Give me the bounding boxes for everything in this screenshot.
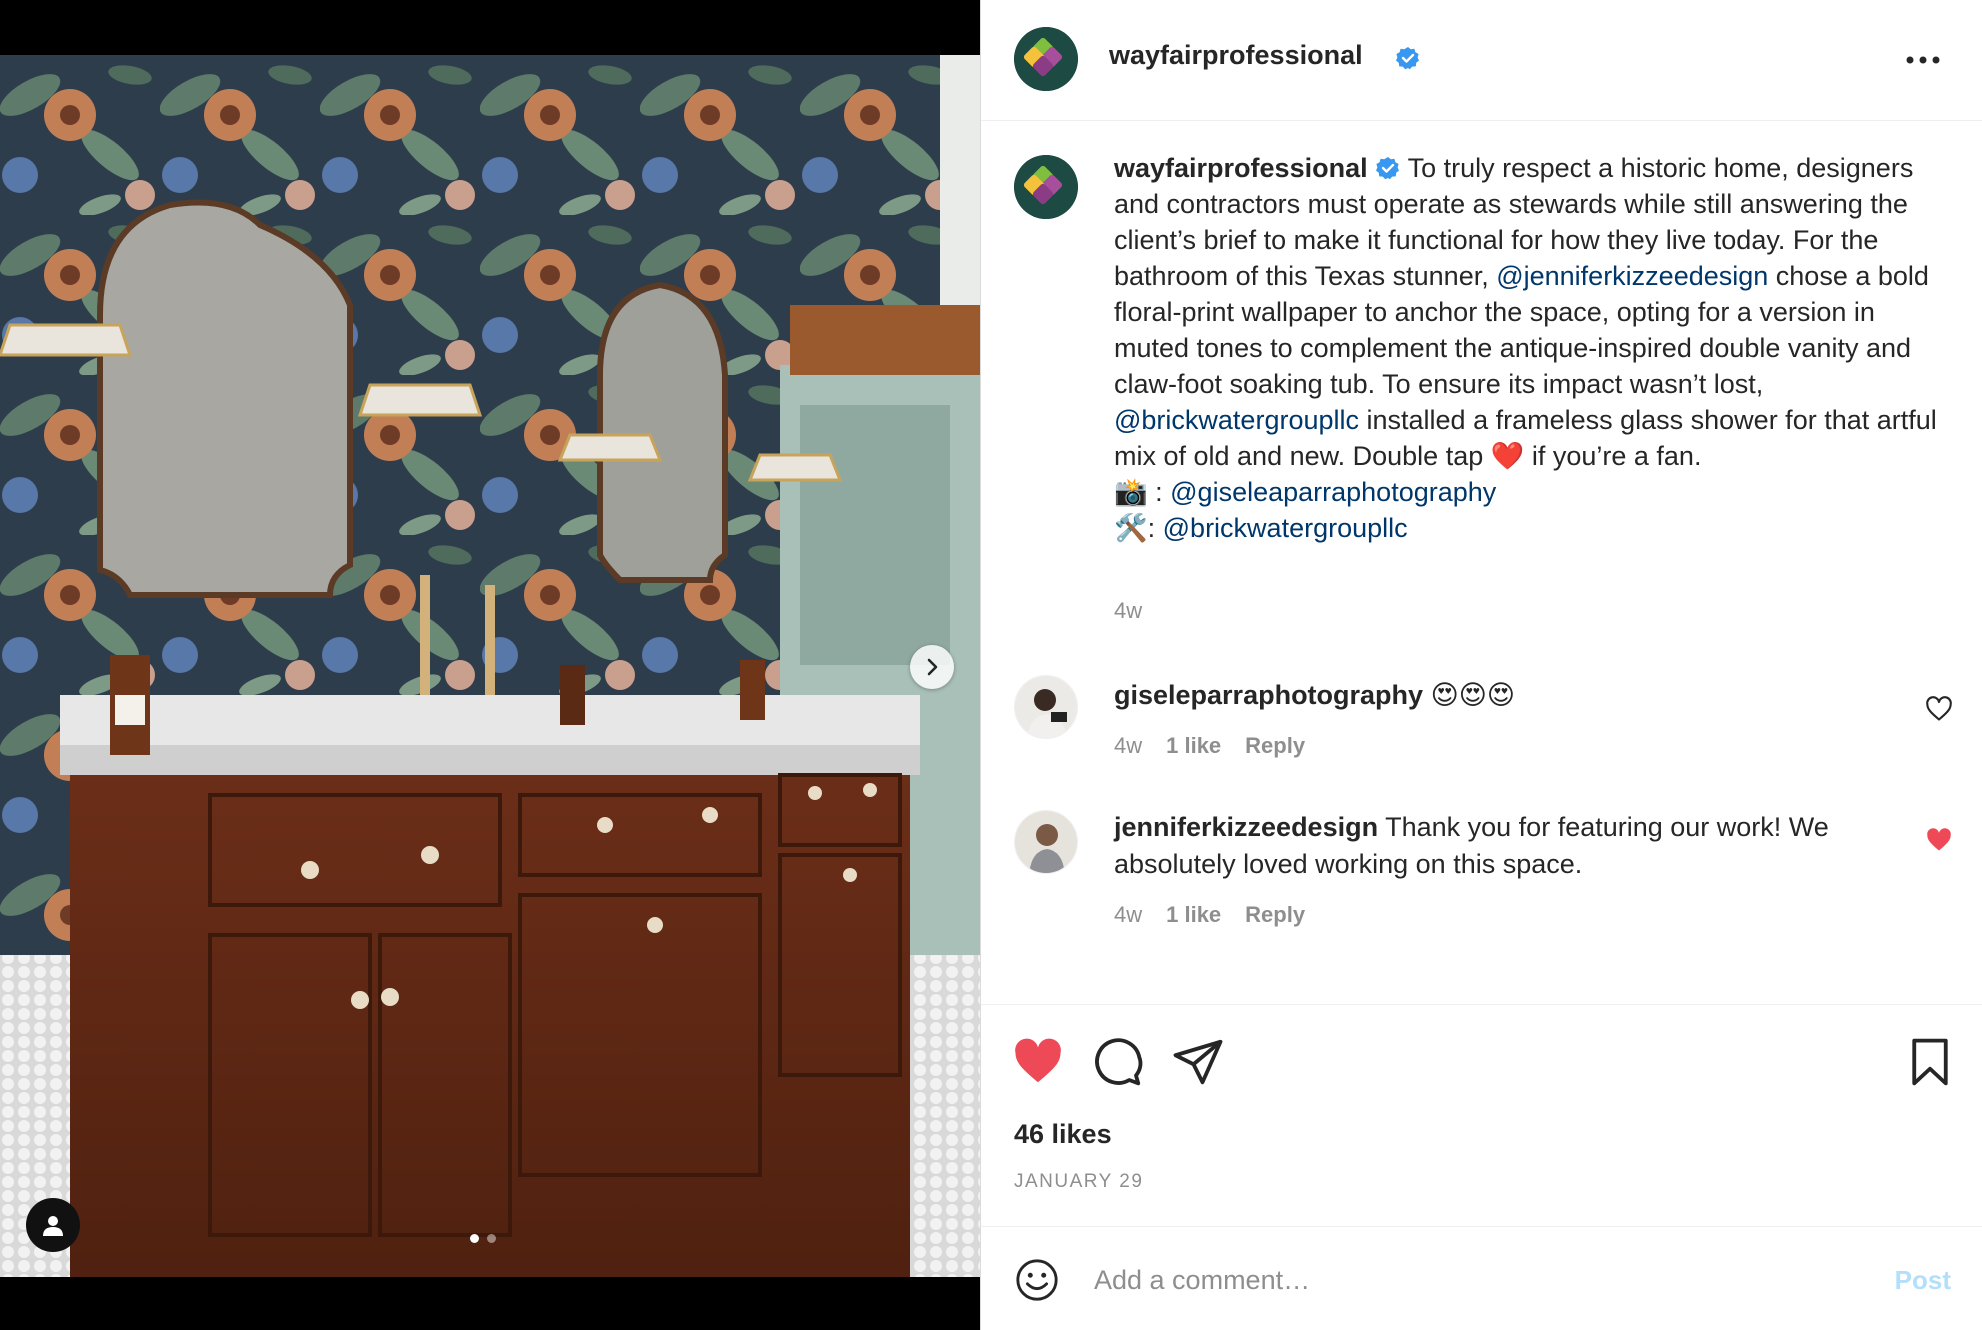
slide-dot xyxy=(487,1234,496,1243)
bathroom-photo xyxy=(0,55,980,1277)
credit-separator: : xyxy=(1147,477,1171,507)
mention-link[interactable]: @brickwatergroupllc xyxy=(1114,405,1359,435)
caption-author-avatar[interactable] xyxy=(1014,155,1078,219)
post-header: wayfairprofessional xyxy=(981,0,1982,121)
caption-text: wayfairprofessional To truly respect a h… xyxy=(1114,150,1944,546)
post-comment-button[interactable]: Post xyxy=(1895,1265,1951,1296)
verified-badge-icon xyxy=(1396,47,1419,70)
post-date[interactable]: JANUARY 29 xyxy=(1014,1171,1143,1193)
reply-button[interactable]: Reply xyxy=(1245,902,1305,928)
comment-icon[interactable] xyxy=(1091,1035,1145,1089)
contractor-credit-line: 🛠️: @brickwatergroupllc xyxy=(1114,513,1408,543)
post-media xyxy=(0,0,980,1330)
caption-body: To truly respect a historic home, design… xyxy=(1114,153,1937,471)
mention-link[interactable]: @giseleaparraphotography xyxy=(1170,477,1496,507)
camera-emoji: 📸 xyxy=(1114,477,1148,507)
commenter-username[interactable]: giseleparraphotography xyxy=(1114,680,1423,710)
avatar xyxy=(1015,811,1077,873)
share-icon[interactable] xyxy=(1171,1035,1225,1089)
user-tag-icon xyxy=(43,1216,63,1236)
avatar xyxy=(1015,676,1077,738)
comment-input[interactable] xyxy=(1094,1257,1794,1303)
caption-username[interactable]: wayfairprofessional xyxy=(1114,153,1368,183)
heart-icon[interactable] xyxy=(1925,695,1953,723)
commenter-username[interactable]: jenniferkizzeedesign xyxy=(1114,812,1378,842)
comment-time[interactable]: 4w xyxy=(1114,902,1142,928)
heart-icon[interactable] xyxy=(1925,826,1953,854)
post-actions: 46 likes JANUARY 29 xyxy=(981,1004,1982,1226)
tools-emoji: 🛠️ xyxy=(1114,513,1148,543)
slide-dot-active xyxy=(470,1234,479,1243)
author-username[interactable]: wayfairprofessional xyxy=(1109,40,1363,71)
heart-icon[interactable] xyxy=(1011,1035,1065,1089)
comment-composer: Post xyxy=(981,1226,1982,1330)
emoji-icon[interactable] xyxy=(1014,1257,1060,1303)
comment-meta: 4w 1 like Reply xyxy=(1114,733,1305,759)
author-avatar[interactable] xyxy=(1014,27,1078,91)
more-options-button[interactable] xyxy=(1903,42,1943,78)
chevron-right-icon xyxy=(927,658,938,676)
post-details-panel: wayfairprofessional wayfairprofessional xyxy=(980,0,1982,1330)
commenter-avatar[interactable] xyxy=(1014,810,1078,874)
more-options-icon xyxy=(1906,56,1940,64)
next-slide-button[interactable] xyxy=(910,645,954,689)
wayfair-logo-icon xyxy=(1014,27,1078,91)
caption-timestamp[interactable]: 4w xyxy=(1114,598,1142,624)
mention-link[interactable]: @jenniferkizzeedesign xyxy=(1496,261,1768,291)
bookmark-icon[interactable] xyxy=(1903,1035,1957,1089)
comment-text: giseleparraphotography 😍😍😍 xyxy=(1114,677,1914,714)
wayfair-logo-icon xyxy=(1014,155,1078,219)
comment-time[interactable]: 4w xyxy=(1114,733,1142,759)
like-count[interactable]: 46 likes xyxy=(1014,1119,1112,1150)
comment-text: jenniferkizzeedesign Thank you for featu… xyxy=(1114,809,1914,883)
photo-credit-line: 📸 : @giseleaparraphotography xyxy=(1114,477,1496,507)
commenter-avatar[interactable] xyxy=(1014,675,1078,739)
tagged-users-button[interactable] xyxy=(26,1198,80,1252)
slide-indicator xyxy=(470,1234,496,1243)
credit-separator: : xyxy=(1147,513,1163,543)
comment-meta: 4w 1 like Reply xyxy=(1114,902,1305,928)
post-photo[interactable] xyxy=(0,55,980,1277)
comment-like-count[interactable]: 1 like xyxy=(1166,733,1221,759)
comment-like-count[interactable]: 1 like xyxy=(1166,902,1221,928)
reply-button[interactable]: Reply xyxy=(1245,733,1305,759)
mention-link[interactable]: @brickwatergroupllc xyxy=(1163,513,1408,543)
comment-body: 😍😍😍 xyxy=(1430,680,1516,710)
verified-badge-icon xyxy=(1375,157,1399,180)
